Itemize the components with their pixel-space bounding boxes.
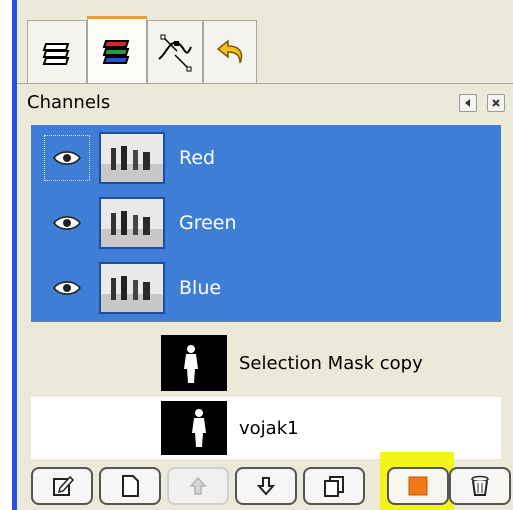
silhouette-icon bbox=[192, 409, 206, 447]
saved-channel-row[interactable]: vojak1 bbox=[31, 397, 501, 459]
tab-layers[interactable] bbox=[27, 20, 87, 84]
saved-channel-name: vojak1 bbox=[239, 417, 299, 439]
photo-thumbnail-icon bbox=[101, 133, 163, 182]
channel-name: Green bbox=[179, 211, 237, 234]
edit-channel-attributes-button[interactable] bbox=[31, 467, 93, 505]
channel-thumbnail bbox=[99, 196, 165, 249]
visibility-toggle[interactable] bbox=[43, 264, 91, 312]
raise-channel-icon bbox=[189, 476, 207, 495]
channel-thumbnail bbox=[99, 261, 165, 314]
tab-channels[interactable] bbox=[87, 16, 147, 84]
list-separator bbox=[31, 321, 501, 329]
eye-icon bbox=[53, 280, 81, 295]
channel-name: Blue bbox=[179, 276, 222, 299]
triangle-left-icon bbox=[465, 99, 470, 107]
channel-list: Red Green Blue bbox=[31, 125, 501, 321]
new-channel-button[interactable] bbox=[99, 467, 161, 505]
dock-menu-button[interactable] bbox=[459, 94, 477, 112]
edit-channel-attributes-icon bbox=[53, 475, 75, 496]
photo-thumbnail-icon bbox=[101, 263, 163, 312]
duplicate-channel-icon bbox=[324, 476, 344, 497]
mask-thumbnail bbox=[161, 335, 227, 391]
window-edge bbox=[0, 0, 12, 510]
eye-icon bbox=[53, 215, 81, 230]
eye-icon bbox=[53, 150, 81, 165]
raise-channel-button[interactable] bbox=[167, 467, 229, 505]
lower-channel-button[interactable] bbox=[235, 467, 297, 505]
visibility-toggle[interactable] bbox=[43, 199, 91, 247]
channel-name: Red bbox=[179, 146, 216, 169]
saved-channel-name: Selection Mask copy bbox=[239, 352, 423, 374]
close-icon bbox=[492, 99, 500, 107]
dock-title: Channels bbox=[27, 92, 111, 113]
channel-row-green[interactable]: Green bbox=[31, 190, 501, 255]
delete-channel-button[interactable] bbox=[449, 467, 511, 505]
photo-thumbnail-icon bbox=[101, 198, 163, 247]
undo-history-icon bbox=[216, 38, 243, 63]
channel-row-red[interactable]: Red bbox=[31, 125, 501, 190]
layers-icon bbox=[42, 42, 70, 65]
saved-channel-row[interactable]: Selection Mask copy bbox=[31, 329, 501, 397]
visibility-toggle[interactable] bbox=[43, 134, 91, 182]
channel-to-selection-icon bbox=[408, 476, 428, 496]
delete-channel-icon bbox=[471, 475, 489, 496]
silhouette-icon bbox=[184, 345, 198, 383]
channel-row-blue[interactable]: Blue bbox=[31, 255, 501, 320]
mask-thumbnail bbox=[161, 401, 227, 455]
channels-dock-panel: Channels Red Green Blue Selection Mask c… bbox=[17, 0, 513, 510]
channel-to-selection-button[interactable] bbox=[387, 467, 449, 505]
paths-icon bbox=[158, 34, 192, 71]
channels-icon bbox=[102, 39, 130, 64]
duplicate-channel-button[interactable] bbox=[303, 467, 365, 505]
tab-undo-history[interactable] bbox=[203, 20, 257, 84]
tab-bar-baseline bbox=[17, 83, 513, 84]
close-tab-button[interactable] bbox=[487, 94, 505, 112]
channel-thumbnail bbox=[99, 131, 165, 184]
tab-paths[interactable] bbox=[147, 20, 203, 84]
lower-channel-icon bbox=[256, 477, 276, 496]
new-channel-icon bbox=[122, 475, 139, 497]
